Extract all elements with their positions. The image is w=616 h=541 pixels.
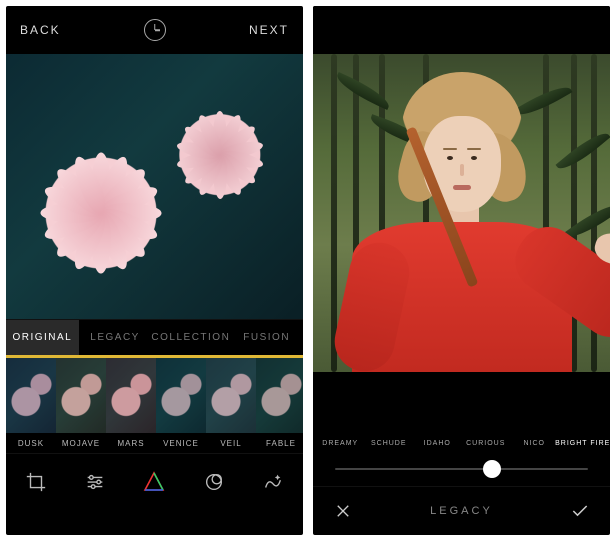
prism-icon[interactable]	[141, 469, 167, 495]
filter-thumb	[560, 378, 607, 434]
filter-label: BRIGHT FIRE	[560, 434, 607, 452]
filter-label: SCHUDE	[366, 434, 413, 452]
filter-bright-fire[interactable]: BRIGHT FIRE	[560, 378, 607, 452]
filter-label: IDAHO	[414, 434, 461, 452]
vignette-icon[interactable]	[201, 469, 227, 495]
filter-nico[interactable]: NICO	[511, 378, 558, 452]
filter-label: DUSK	[6, 433, 56, 453]
filter-veil[interactable]: VEIL	[206, 355, 256, 453]
cancel-button[interactable]	[331, 499, 355, 523]
tab-legacy[interactable]: LEGACY	[79, 320, 152, 355]
filter-thumb	[156, 358, 206, 433]
current-pack-label: LEGACY	[430, 505, 493, 517]
tab-collection[interactable]: COLLECTION	[151, 320, 230, 355]
filter-label: DREAMY	[317, 434, 364, 452]
top-spacer	[313, 6, 610, 54]
filter-fable[interactable]: FABLE	[256, 355, 303, 453]
filter-dusk[interactable]: DUSK	[6, 355, 56, 453]
filter-thumb	[206, 358, 256, 433]
filter-thumb	[256, 358, 303, 433]
slider-knob[interactable]	[483, 460, 501, 478]
bottom-bar: LEGACY	[313, 486, 610, 535]
filter-category-tabs: ORIGINAL LEGACY COLLECTION FUSION	[6, 319, 303, 355]
filter-label: VENICE	[156, 433, 206, 453]
filter-dreamy[interactable]: DREAMY	[317, 378, 364, 452]
slider-track	[335, 468, 588, 470]
filter-strip[interactable]: DUSK MOJAVE MARS VENICE VEIL FABLE	[6, 355, 303, 453]
filter-curious[interactable]: CURIOUS	[463, 378, 510, 452]
editor-screen-intensity: DREAMY SCHUDE IDAHO CURIOUS NICO BRIGHT …	[313, 6, 610, 535]
adjust-icon[interactable]	[82, 469, 108, 495]
tool-bar	[6, 453, 303, 509]
filter-label: MARS	[106, 433, 156, 453]
filter-venice[interactable]: VENICE	[156, 355, 206, 453]
filter-idaho[interactable]: IDAHO	[414, 378, 461, 452]
filter-thumb	[106, 358, 156, 433]
filter-thumb	[317, 378, 364, 434]
effects-icon[interactable]	[260, 469, 286, 495]
filter-mojave[interactable]: MOJAVE	[56, 355, 106, 453]
filter-label: CURIOUS	[463, 434, 510, 452]
history-icon[interactable]	[144, 19, 166, 41]
filter-thumb	[6, 358, 56, 433]
filter-mars[interactable]: MARS	[106, 355, 156, 453]
flower-large	[46, 158, 156, 268]
filter-thumb	[414, 378, 461, 434]
filter-label: MOJAVE	[56, 433, 106, 453]
tab-fusion[interactable]: FUSION	[230, 320, 303, 355]
photo-canvas[interactable]	[313, 54, 610, 372]
filter-label: VEIL	[206, 433, 256, 453]
filter-thumb	[511, 378, 558, 434]
intensity-slider[interactable]	[313, 452, 610, 486]
photo-subject	[352, 112, 572, 372]
tab-original[interactable]: ORIGINAL	[6, 320, 79, 355]
editor-screen-filters: BACK NEXT ORIGINAL LEGACY COLLECTION FUS…	[6, 6, 303, 535]
crop-icon[interactable]	[23, 469, 49, 495]
filter-schude[interactable]: SCHUDE	[366, 378, 413, 452]
filter-strip[interactable]: DREAMY SCHUDE IDAHO CURIOUS NICO BRIGHT …	[313, 372, 610, 452]
flower-small	[180, 115, 260, 195]
filter-thumb	[463, 378, 510, 434]
back-button[interactable]: BACK	[20, 23, 61, 37]
photo-canvas[interactable]	[6, 54, 303, 319]
filter-thumb	[56, 358, 106, 433]
confirm-button[interactable]	[568, 499, 592, 523]
filter-thumb	[366, 378, 413, 434]
next-button[interactable]: NEXT	[249, 23, 289, 37]
top-nav: BACK NEXT	[6, 6, 303, 54]
filter-label: NICO	[511, 434, 558, 452]
filter-label: FABLE	[256, 433, 303, 453]
